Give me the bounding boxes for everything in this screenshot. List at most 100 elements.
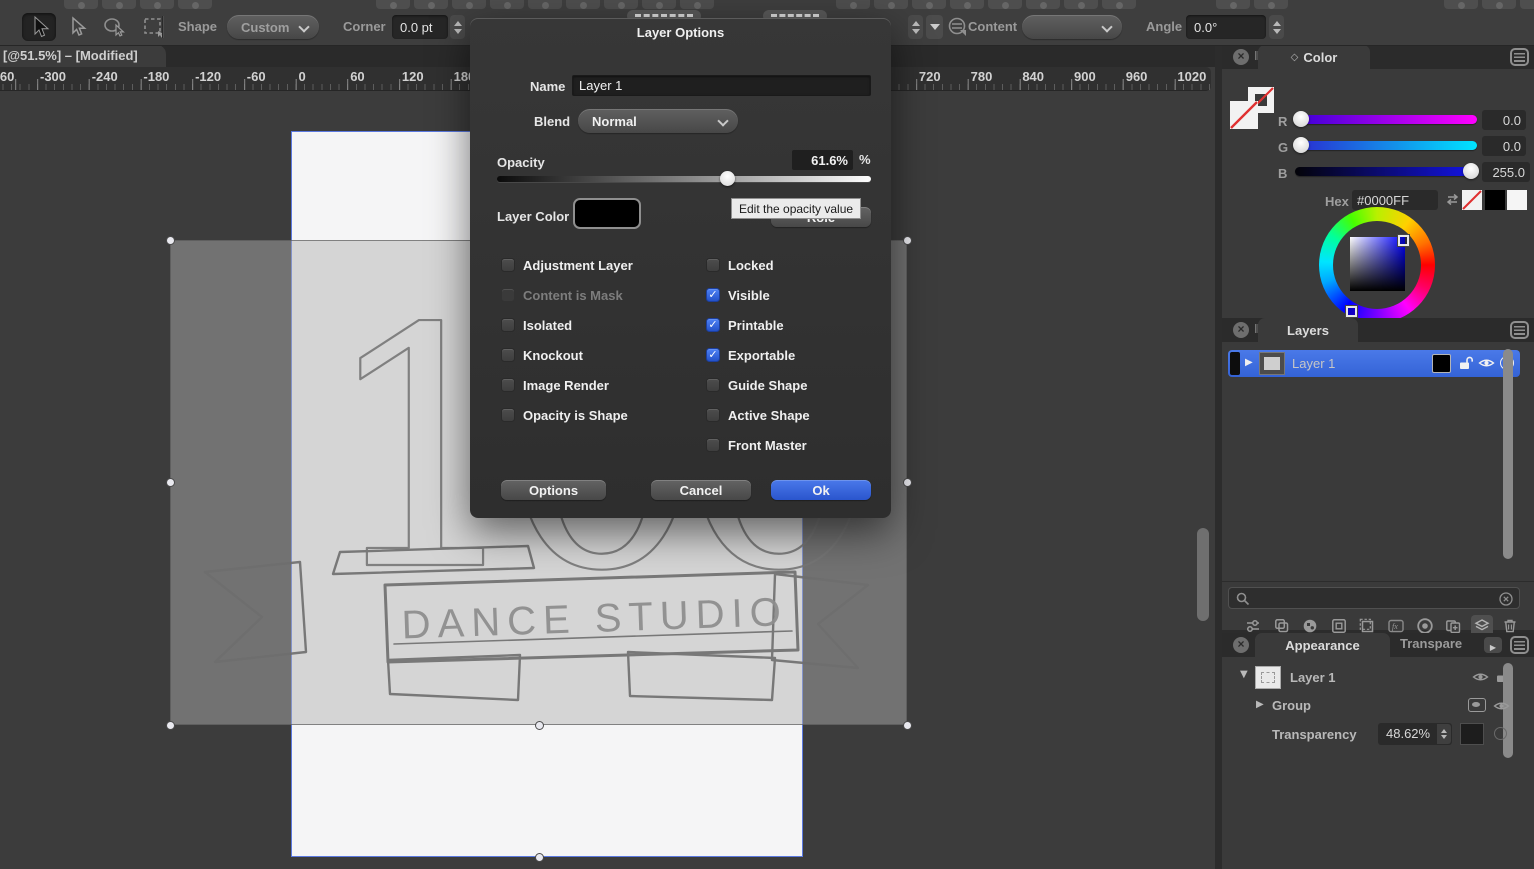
black-swatch-icon[interactable]: [1485, 190, 1505, 210]
panel-menu-icon[interactable]: [1510, 48, 1529, 66]
checkbox-row[interactable]: Content is Mask: [501, 288, 701, 302]
direct-select-tool-button[interactable]: [60, 13, 94, 41]
checkbox-row[interactable]: Knockout: [501, 348, 701, 362]
toolbar-cut-button[interactable]: [140, 0, 174, 9]
corner-stepper[interactable]: [450, 15, 465, 39]
close-icon[interactable]: ×: [1233, 637, 1249, 653]
toolbar-cut-button[interactable]: [566, 0, 600, 9]
tab-layers[interactable]: Layers: [1258, 318, 1358, 342]
search-clear-icon[interactable]: [1498, 591, 1514, 607]
tab-color[interactable]: ◇ Color: [1258, 45, 1370, 69]
toolbar-cut-button[interactable]: [988, 0, 1022, 9]
opacity-slider[interactable]: [497, 176, 871, 182]
toolbar-cut-button[interactable]: [64, 0, 98, 9]
ok-button[interactable]: Ok: [771, 480, 871, 500]
toolbar-cut-button[interactable]: [490, 0, 524, 9]
close-icon[interactable]: ×: [1233, 49, 1249, 65]
checkbox[interactable]: [706, 258, 720, 272]
tab-transparency[interactable]: Transpare: [1400, 636, 1462, 651]
channel-r-slider[interactable]: [1295, 115, 1477, 124]
white-swatch-icon[interactable]: [1507, 190, 1527, 210]
checkbox[interactable]: [706, 408, 720, 422]
toolbar-cut-button[interactable]: [1482, 0, 1516, 9]
selection-handle[interactable]: [903, 236, 912, 245]
toolbar-cut-button[interactable]: [1254, 0, 1288, 9]
channel-b-slider[interactable]: [1295, 167, 1477, 176]
checkbox-row[interactable]: Isolated: [501, 318, 701, 332]
selection-handle[interactable]: [166, 236, 175, 245]
saturation-square[interactable]: [1350, 237, 1405, 291]
canvas-vertical-scrollbar[interactable]: [1197, 528, 1209, 621]
cancel-button[interactable]: Cancel: [651, 480, 751, 500]
channel-b-value[interactable]: 255.0: [1482, 162, 1530, 182]
no-fill-stroke-indicator[interactable]: [1228, 85, 1278, 133]
opacity-value-field[interactable]: 61.6%: [792, 150, 853, 170]
saturation-marker[interactable]: [1398, 235, 1409, 246]
corner-value-field[interactable]: 0.0 pt: [392, 15, 448, 39]
checkbox-row[interactable]: Image Render: [501, 378, 701, 392]
angle-stepper[interactable]: [1269, 15, 1284, 39]
dropdown-arrow-button[interactable]: [926, 15, 943, 39]
layer-row-selected[interactable]: ▶ Layer 1: [1228, 350, 1520, 377]
tab-overflow-button[interactable]: ▶: [1484, 637, 1502, 653]
target-circle-icon[interactable]: [1494, 727, 1507, 740]
checkbox-row[interactable]: ✓Printable: [706, 318, 906, 332]
checkbox[interactable]: [501, 318, 515, 332]
checkbox-row[interactable]: Front Master: [706, 438, 906, 452]
panel-menu-icon[interactable]: [1510, 321, 1529, 339]
opacity-slider-knob[interactable]: [720, 171, 735, 186]
checkbox-row[interactable]: ✓Visible: [706, 288, 906, 302]
toolbar-cut-button[interactable]: [376, 0, 410, 9]
checkbox[interactable]: [501, 288, 515, 302]
swap-colors-icon[interactable]: [1444, 191, 1461, 208]
disclosure-closed-icon[interactable]: ▶: [1256, 699, 1264, 710]
selection-handle[interactable]: [166, 721, 175, 730]
channel-b-knob[interactable]: [1463, 163, 1479, 179]
layer-name-input[interactable]: [572, 75, 871, 96]
close-icon[interactable]: ×: [1233, 322, 1249, 338]
hidden-stepper[interactable]: [908, 15, 923, 39]
channel-g-slider[interactable]: [1295, 141, 1477, 150]
checkbox[interactable]: [501, 258, 515, 272]
layer-color-swatch[interactable]: [1432, 354, 1451, 373]
eye-icon[interactable]: [1478, 355, 1495, 371]
toolbar-cut-button[interactable]: [1520, 0, 1534, 9]
checkbox[interactable]: [501, 348, 515, 362]
toolbar-cut-button[interactable]: [642, 0, 676, 9]
hex-value-field[interactable]: #0000FF: [1352, 190, 1438, 210]
panel-menu-icon[interactable]: [1510, 636, 1529, 654]
selection-handle[interactable]: [903, 721, 912, 730]
checkbox-row[interactable]: Active Shape: [706, 408, 906, 422]
toolbar-cut-button[interactable]: [102, 0, 136, 9]
layer-color-well[interactable]: [573, 198, 641, 229]
checkbox[interactable]: [706, 438, 720, 452]
toolbar-cut-button[interactable]: [604, 0, 638, 9]
checkbox-row[interactable]: Opacity is Shape: [501, 408, 701, 422]
content-dropdown[interactable]: [1022, 15, 1122, 39]
toolbar-cut-button[interactable]: [1102, 0, 1136, 9]
checkbox-row[interactable]: Guide Shape: [706, 378, 906, 392]
tab-appearance[interactable]: Appearance: [1255, 633, 1390, 657]
disclosure-triangle-icon[interactable]: ▶: [1245, 357, 1253, 368]
adjust-settings-button[interactable]: [946, 15, 968, 39]
checkbox[interactable]: ✓: [706, 348, 720, 362]
shape-dropdown[interactable]: Custom: [227, 15, 319, 39]
transform-tool-button[interactable]: [136, 13, 170, 41]
eye-icon[interactable]: [1493, 698, 1510, 714]
toolbar-cut-button[interactable]: [528, 0, 562, 9]
checkbox-row[interactable]: Adjustment Layer: [501, 258, 701, 272]
selection-handle[interactable]: [535, 721, 544, 730]
checkbox-row[interactable]: Locked: [706, 258, 906, 272]
layers-search-field[interactable]: [1228, 587, 1520, 609]
angle-value-field[interactable]: 0.0°: [1186, 15, 1266, 39]
toolbar-cut-button[interactable]: [1026, 0, 1060, 9]
toolbar-cut-button[interactable]: [1444, 0, 1478, 9]
mask-icon[interactable]: [1468, 698, 1486, 712]
channel-r-knob[interactable]: [1293, 111, 1309, 127]
checkbox-row[interactable]: ✓Exportable: [706, 348, 906, 362]
checkbox[interactable]: [501, 378, 515, 392]
blend-dropdown[interactable]: Normal: [578, 109, 738, 133]
toolbar-cut-button[interactable]: [414, 0, 448, 9]
toolbar-cut-button[interactable]: [836, 0, 870, 9]
channel-r-value[interactable]: 0.0: [1482, 110, 1526, 130]
